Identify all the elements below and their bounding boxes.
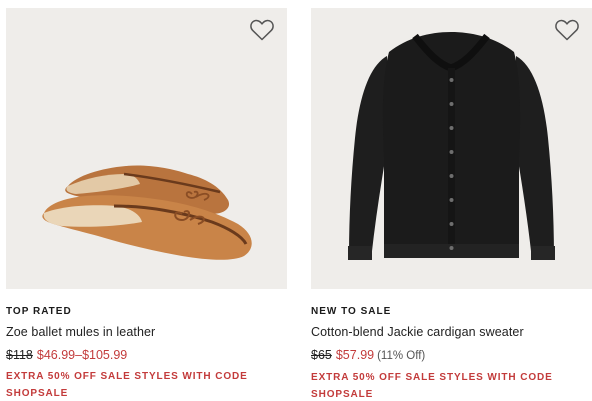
ballet-mules-image bbox=[42, 165, 252, 260]
product-name-link[interactable]: Zoe ballet mules in leather bbox=[6, 325, 287, 339]
heart-outline-icon[interactable] bbox=[249, 18, 275, 42]
sale-price: $46.99–$105.99 bbox=[36, 348, 128, 362]
product-badge: NEW TO SALE bbox=[311, 306, 392, 317]
promo-message: EXTRA 50% OFF SALE STYLES WITH CODE SHOP… bbox=[6, 368, 287, 401]
product-image-cardigan[interactable] bbox=[311, 8, 592, 289]
product-card[interactable]: NEW TO SALE Cotton-blend Jackie cardigan… bbox=[311, 8, 592, 401]
promo-code: SHOPSALE bbox=[311, 389, 374, 400]
product-card[interactable]: TOP RATED Zoe ballet mules in leather $1… bbox=[6, 8, 287, 401]
promo-line: EXTRA 50% OFF SALE STYLES WITH CODE bbox=[6, 371, 248, 382]
black-cardigan-image bbox=[348, 32, 555, 260]
promo-code: SHOPSALE bbox=[6, 388, 69, 399]
product-name-link[interactable]: Cotton-blend Jackie cardigan sweater bbox=[311, 325, 592, 339]
product-badge: TOP RATED bbox=[6, 306, 72, 317]
product-image-mules[interactable] bbox=[6, 8, 287, 289]
heart-outline-icon[interactable] bbox=[554, 18, 580, 42]
original-price: $118 bbox=[6, 348, 33, 362]
percent-off: (11% Off) bbox=[377, 350, 426, 362]
promo-line: EXTRA 50% OFF SALE STYLES WITH CODE bbox=[311, 372, 553, 383]
sale-price: $57.99 bbox=[335, 348, 375, 362]
original-price: $65 bbox=[311, 348, 332, 362]
price-row: $65 $57.99 (11% Off) bbox=[311, 347, 592, 364]
promo-message: EXTRA 50% OFF SALE STYLES WITH CODE SHOP… bbox=[311, 369, 592, 401]
price-row: $118 $46.99–$105.99 bbox=[6, 347, 287, 363]
